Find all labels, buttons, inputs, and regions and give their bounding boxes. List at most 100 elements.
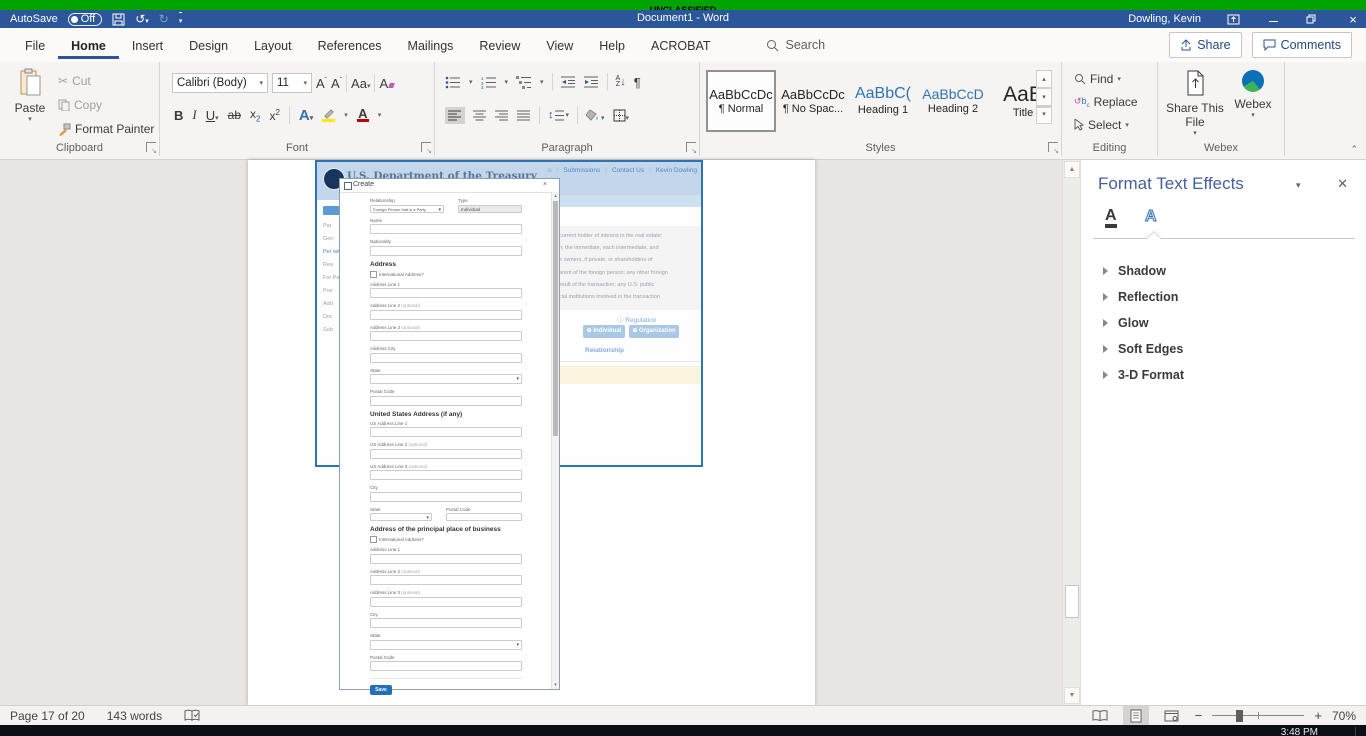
read-mode-button[interactable] xyxy=(1087,706,1113,725)
shrink-font-button[interactable]: Aˇ xyxy=(331,76,342,91)
italic-button[interactable]: I xyxy=(192,107,196,123)
tab-references[interactable]: References xyxy=(305,31,395,59)
align-left-button[interactable] xyxy=(445,107,465,124)
tab-insert[interactable]: Insert xyxy=(119,31,176,59)
zoom-in-button[interactable]: + xyxy=(1314,708,1322,723)
zoom-out-button[interactable]: − xyxy=(1195,708,1203,723)
sort-button[interactable]: AZ ↓ xyxy=(616,76,626,88)
text-effects-button[interactable]: A▾ xyxy=(299,107,313,124)
embedded-image-create-modal[interactable]: Create × Relationship Foreign Person tha… xyxy=(339,178,560,690)
style-card[interactable]: AaBbCcDc¶ No Spac... xyxy=(780,72,846,130)
collapse-ribbon-icon[interactable]: ⌃ xyxy=(1350,144,1358,155)
style-card[interactable]: AaBbCcDc¶ Normal xyxy=(706,70,776,132)
comments-button[interactable]: Comments xyxy=(1252,32,1352,58)
webex-button[interactable]: Webex ▾ xyxy=(1230,70,1276,119)
effect-section-shadow[interactable]: Shadow xyxy=(1103,258,1184,284)
modal-field-pair: State▾Postal Code xyxy=(370,507,522,522)
strikethrough-button[interactable]: ab xyxy=(228,108,241,122)
styles-dialog-launcher[interactable] xyxy=(1048,142,1058,152)
copy-icon xyxy=(58,99,70,111)
select-button[interactable]: Select▾ xyxy=(1074,118,1129,132)
zoom-slider-thumb[interactable] xyxy=(1236,710,1243,722)
font-dialog-launcher[interactable] xyxy=(421,142,431,152)
style-card[interactable]: AaBbCcDHeading 2 xyxy=(920,72,986,130)
tab-home[interactable]: Home xyxy=(58,31,119,59)
find-button[interactable]: Find▾ xyxy=(1074,72,1121,86)
print-layout-button[interactable] xyxy=(1123,706,1149,725)
close-button[interactable]: × xyxy=(1346,12,1360,27)
align-center-button[interactable] xyxy=(473,110,487,121)
font-color-button[interactable]: A xyxy=(357,108,369,122)
proofing-icon[interactable] xyxy=(184,709,200,722)
text-fill-outline-tab[interactable]: A xyxy=(1105,208,1117,228)
section-label: 3-D Format xyxy=(1118,368,1184,382)
text-effects-tab[interactable]: A xyxy=(1145,208,1157,226)
style-card[interactable]: AaBbC(Heading 1 xyxy=(850,72,916,130)
pilcrow-button[interactable]: ¶ xyxy=(634,75,641,90)
effect-section-3-d-format[interactable]: 3-D Format xyxy=(1103,362,1184,388)
replace-button[interactable]: ↺bc Replace xyxy=(1074,95,1138,109)
subscript-button[interactable]: x2 xyxy=(250,107,260,123)
restore-button[interactable] xyxy=(1306,14,1320,24)
decrease-indent-button[interactable] xyxy=(561,76,576,88)
font-size-combo[interactable]: 11▾ xyxy=(272,73,312,93)
minimize-button[interactable] xyxy=(1266,13,1280,25)
tab-design[interactable]: Design xyxy=(176,31,241,59)
tab-layout[interactable]: Layout xyxy=(241,31,305,59)
effect-section-glow[interactable]: Glow xyxy=(1103,310,1184,336)
present-icon[interactable] xyxy=(1227,13,1240,25)
multilevel-list-button[interactable] xyxy=(516,76,532,89)
justify-button[interactable] xyxy=(517,110,531,121)
tab-acrobat[interactable]: ACROBAT xyxy=(638,31,724,59)
modal-title: Create xyxy=(353,181,374,188)
numbering-button[interactable]: 123 xyxy=(481,76,497,89)
styles-scroll-down-button[interactable]: ▾ xyxy=(1036,88,1052,106)
styles-scroll-up-button[interactable]: ▴ xyxy=(1036,70,1052,88)
paragraph-dialog-launcher[interactable] xyxy=(686,142,696,152)
tab-mailings[interactable]: Mailings xyxy=(395,31,467,59)
clipboard-dialog-launcher[interactable] xyxy=(146,142,156,152)
search-box[interactable]: Search xyxy=(766,38,826,52)
font-name-combo[interactable]: Calibri (Body)▾ xyxy=(172,73,268,93)
scroll-up-button[interactable]: ▲ xyxy=(1064,161,1080,178)
bullets-button[interactable] xyxy=(445,76,461,89)
tab-review[interactable]: Review xyxy=(466,31,533,59)
clear-formatting-button[interactable]: A xyxy=(379,76,394,91)
styles-more-button[interactable]: ▾ xyxy=(1036,106,1052,124)
treasury-section-band xyxy=(557,195,701,207)
format-painter-button[interactable]: Format Painter xyxy=(58,122,154,136)
tab-file[interactable]: File xyxy=(12,31,58,59)
scroll-down-button[interactable]: ▼ xyxy=(1064,687,1080,704)
align-right-button[interactable] xyxy=(495,110,509,121)
increase-indent-button[interactable] xyxy=(584,76,599,88)
zoom-slider[interactable] xyxy=(1212,706,1304,725)
font-group-label: Font xyxy=(160,142,434,154)
scroll-thumb[interactable] xyxy=(1065,585,1079,618)
zoom-percentage[interactable]: 70% xyxy=(1332,709,1356,723)
tab-view[interactable]: View xyxy=(533,31,586,59)
modal-field: Name xyxy=(370,218,522,235)
modal-field: Address Line 1 xyxy=(370,282,522,299)
document-scrollbar[interactable]: ▲ ▼ xyxy=(1062,160,1080,705)
effect-section-soft-edges[interactable]: Soft Edges xyxy=(1103,336,1184,362)
grow-font-button[interactable]: Aˆ xyxy=(316,76,327,91)
paste-button[interactable]: Paste ▾ xyxy=(10,68,50,123)
share-button[interactable]: Share xyxy=(1169,32,1241,58)
bold-button[interactable]: B xyxy=(174,108,183,123)
line-spacing-button[interactable]: ↕ ▾ xyxy=(548,109,569,121)
tab-help[interactable]: Help xyxy=(586,31,638,59)
effect-section-reflection[interactable]: Reflection xyxy=(1103,284,1184,310)
share-this-file-button[interactable]: Share This File ▾ xyxy=(1166,70,1224,137)
superscript-button[interactable]: x2 xyxy=(269,108,279,123)
web-layout-button[interactable] xyxy=(1159,706,1185,725)
task-pane-close-icon[interactable]: ✕ xyxy=(1337,176,1348,192)
style-preview: AaBbCcD xyxy=(922,87,983,101)
word-count[interactable]: 143 words xyxy=(107,709,162,723)
shading-button[interactable]: ▾ xyxy=(586,109,605,122)
highlight-button[interactable] xyxy=(322,109,335,122)
underline-button[interactable]: U▾ xyxy=(206,108,219,123)
change-case-button[interactable]: Aa▾ xyxy=(351,76,370,91)
borders-button[interactable]: ▾ xyxy=(613,109,630,122)
page-indicator[interactable]: Page 17 of 20 xyxy=(10,709,85,723)
task-pane-menu-icon[interactable]: ▾ xyxy=(1296,180,1301,191)
